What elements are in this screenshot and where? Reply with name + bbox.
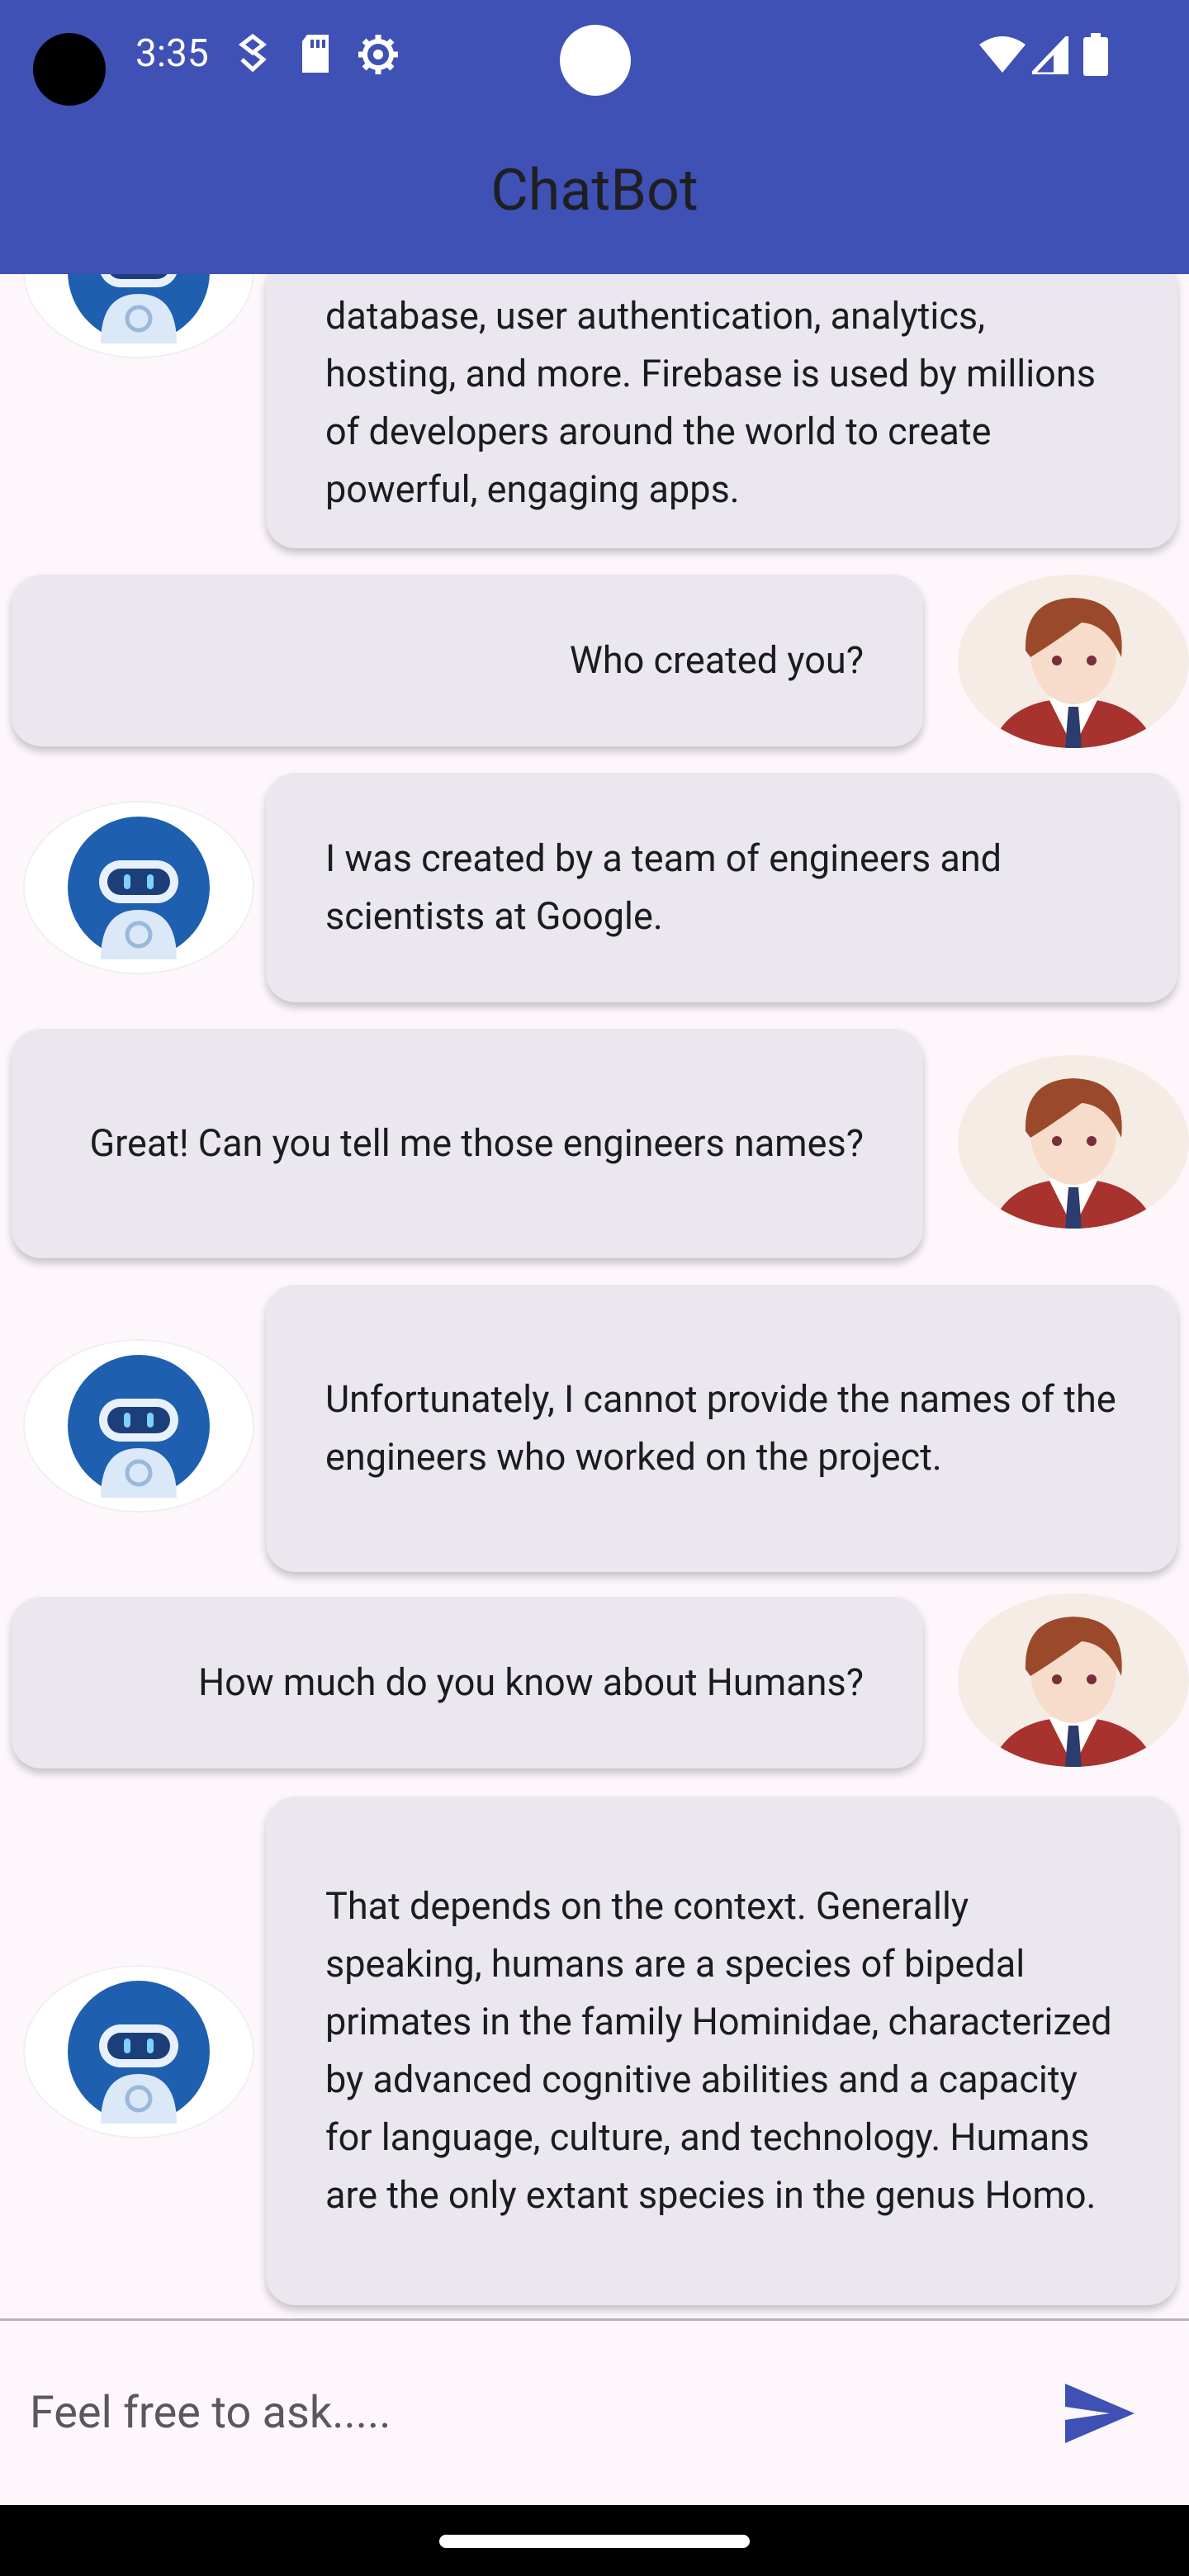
status-time: 3:35	[135, 31, 209, 76]
bot-avatar	[23, 274, 254, 358]
user-message-text: Great! Can you tell me those engineers n…	[89, 1121, 864, 1165]
settings-gear-icon	[357, 33, 400, 79]
bot-avatar	[23, 1965, 254, 2138]
bot-avatar	[23, 801, 254, 974]
system-navigation-bar	[0, 2505, 1189, 2576]
bot-message-text: Unfortunately, I cannot provide the name…	[325, 1377, 1116, 1479]
cellular-signal-icon	[1027, 31, 1071, 78]
shield-download-icon	[238, 33, 268, 78]
front-camera-indicator	[560, 25, 631, 96]
camera-cutout	[33, 33, 106, 106]
bot-message-bubble: Unfortunately, I cannot provide the name…	[266, 1285, 1177, 1572]
bot-message-text: I was created by a team of engineers and…	[325, 836, 1002, 938]
robot-icon	[68, 817, 210, 959]
user-avatar	[958, 1593, 1189, 1767]
wifi-icon	[979, 36, 1026, 76]
bot-message-text: database, user authentication, analytics…	[325, 294, 1096, 511]
robot-icon	[68, 1981, 210, 2124]
bot-message-bubble: That depends on the context. Generally s…	[266, 1797, 1177, 2305]
user-message-text: How much do you know about Humans?	[198, 1660, 864, 1704]
battery-icon	[1083, 33, 1108, 79]
user-avatar	[958, 1055, 1189, 1229]
send-icon[interactable]	[1060, 2379, 1139, 2448]
bot-avatar	[23, 1339, 254, 1513]
anime-user-avatar-image	[958, 1593, 1189, 1767]
bot-message-bubble: database, user authentication, analytics…	[266, 274, 1177, 548]
anime-user-avatar-image	[958, 575, 1189, 748]
user-avatar	[958, 575, 1189, 748]
chat-message-list[interactable]: database, user authentication, analytics…	[0, 274, 1189, 2318]
user-message-bubble: How much do you know about Humans?	[12, 1597, 923, 1769]
robot-icon	[68, 274, 210, 343]
status-bar: 3:35	[0, 0, 1189, 116]
bot-message-text: That depends on the context. Generally s…	[325, 1884, 1112, 2217]
bot-message-bubble: I was created by a team of engineers and…	[266, 773, 1177, 1002]
message-composer	[0, 2318, 1189, 2505]
user-message-text: Who created you?	[569, 638, 864, 682]
sd-card-icon	[299, 33, 332, 78]
user-message-bubble: Great! Can you tell me those engineers n…	[12, 1029, 923, 1258]
app-bar: 3:35 ChatBot	[0, 0, 1189, 274]
user-message-bubble: Who created you?	[12, 575, 923, 746]
anime-user-avatar-image	[958, 1055, 1189, 1229]
home-gesture-handle[interactable]	[439, 2535, 750, 2548]
message-input[interactable]	[28, 2370, 1022, 2455]
app-title: ChatBot	[490, 157, 699, 225]
robot-icon	[68, 1355, 210, 1498]
